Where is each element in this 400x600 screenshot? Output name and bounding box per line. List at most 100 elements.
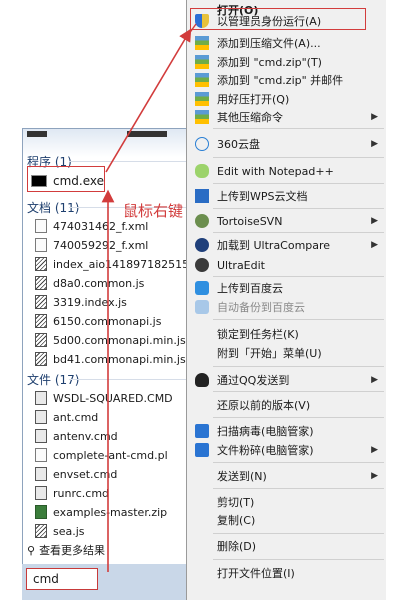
see-more-results-link[interactable]: ⚲ 查看更多结果 [27, 541, 105, 559]
none-icon [195, 513, 209, 527]
list-item[interactable]: 740059292_f.xml [35, 236, 148, 254]
menu-item-ultracompare[interactable]: 加载到 UltraCompare ▶ [187, 235, 386, 255]
file-icon [35, 448, 47, 462]
js-file-icon [35, 333, 47, 347]
list-item[interactable]: complete-ant-cmd.pl [35, 446, 168, 464]
menu-item-upload-wps[interactable]: 上传到WPS云文档 [187, 186, 386, 206]
menu-item-restore-versions[interactable]: 还原以前的版本(V) [187, 395, 386, 415]
menu-item-send-via-qq[interactable]: 通过QQ发送到 ▶ [187, 370, 386, 390]
cmd-file-icon [35, 429, 47, 443]
cmd-exe-highlight-box [27, 166, 105, 192]
menu-separator [213, 417, 384, 418]
submenu-arrow-icon: ▶ [371, 139, 378, 149]
none-icon [195, 327, 209, 341]
submenu-arrow-icon: ▶ [371, 375, 378, 385]
submenu-arrow-icon: ▶ [371, 471, 378, 481]
archive-icon [195, 36, 209, 50]
run-as-admin-highlight-box [190, 8, 366, 30]
submenu-arrow-icon: ▶ [371, 216, 378, 226]
submenu-arrow-icon: ▶ [371, 240, 378, 250]
list-item[interactable]: ant.cmd [35, 408, 98, 426]
none-icon [195, 346, 209, 360]
notepad-icon [195, 164, 209, 178]
cmd-file-icon [35, 410, 47, 424]
js-file-icon [35, 257, 47, 271]
baidu-cloud-icon [195, 300, 209, 314]
archive-icon [195, 110, 209, 124]
search-input[interactable]: cmd [26, 568, 98, 590]
scan-icon [195, 424, 209, 438]
menu-separator [213, 488, 384, 489]
cmd-file-icon [35, 391, 47, 405]
menu-separator [213, 128, 384, 129]
ultraedit-icon [195, 258, 209, 272]
menu-item-upload-baidu[interactable]: 上传到百度云 [187, 278, 386, 298]
menu-item-pin-taskbar[interactable]: 锁定到任务栏(K) [187, 324, 386, 344]
search-icon: ⚲ [27, 543, 36, 557]
menu-separator [213, 183, 384, 184]
js-file-icon [35, 314, 47, 328]
menu-separator [213, 366, 384, 367]
menu-item-add-to-cmd-zip[interactable]: 添加到 "cmd.zip"(T) [187, 52, 386, 72]
menu-separator [213, 462, 384, 463]
compare-icon [195, 238, 209, 252]
menu-item-cut[interactable]: 剪切(T) [187, 492, 386, 512]
menu-separator [213, 391, 384, 392]
none-icon [195, 539, 209, 553]
shred-icon [195, 443, 209, 457]
submenu-arrow-icon: ▶ [371, 445, 378, 455]
list-item[interactable]: 5d00.commonapi.min.js [35, 331, 186, 349]
menu-item-ultraedit[interactable]: UltraEdit [187, 255, 386, 275]
zip-file-icon [35, 505, 47, 519]
list-item[interactable]: d8a0.common.js [35, 274, 144, 292]
js-file-icon [35, 276, 47, 290]
none-icon [195, 566, 209, 580]
menu-separator [213, 276, 384, 277]
list-item[interactable]: sea.js [35, 522, 85, 540]
js-file-icon [35, 352, 47, 366]
menu-item-other-compress[interactable]: 其他压缩命令 ▶ [187, 107, 386, 127]
menu-separator [213, 232, 384, 233]
none-icon [195, 469, 209, 483]
list-item[interactable]: antenv.cmd [35, 427, 118, 445]
list-item[interactable]: examples-master.zip [35, 503, 167, 521]
menu-separator [213, 208, 384, 209]
archive-icon [195, 73, 209, 87]
list-item[interactable]: WSDL-SQUARED.CMD [35, 389, 173, 407]
panel-top-strip-2 [127, 131, 167, 137]
annotation-label: 鼠标右键 [123, 202, 184, 220]
menu-item-add-zip-and-mail[interactable]: 添加到 "cmd.zip" 并邮件 [187, 70, 386, 90]
xml-file-icon [35, 238, 47, 252]
archive-icon [195, 55, 209, 69]
js-file-icon [35, 295, 47, 309]
list-item[interactable]: 3319.index.js [35, 293, 127, 311]
submenu-arrow-icon: ▶ [371, 112, 378, 122]
menu-item-open-file-location[interactable]: 打开文件位置(I) [187, 563, 386, 583]
cloud-icon [195, 137, 209, 151]
panel-top-strip [27, 131, 47, 137]
menu-item-copy[interactable]: 复制(C) [187, 510, 386, 530]
menu-item-scan-virus[interactable]: 扫描病毒(电脑管家) [187, 421, 386, 441]
list-item[interactable]: index_aio1418971825158.js [35, 255, 208, 273]
menu-item-add-to-archive[interactable]: 添加到压缩文件(A)... [187, 33, 386, 53]
menu-item-auto-backup-baidu[interactable]: 自动备份到百度云 [187, 297, 386, 317]
qq-icon [195, 373, 209, 387]
baidu-cloud-icon [195, 281, 209, 295]
menu-item-pin-start[interactable]: 附到「开始」菜单(U) [187, 343, 386, 363]
menu-item-delete[interactable]: 删除(D) [187, 536, 386, 556]
list-item[interactable]: 6150.commonapi.js [35, 312, 161, 330]
list-item[interactable]: envset.cmd [35, 465, 117, 483]
menu-item-360-cloud[interactable]: 360云盘 ▶ [187, 134, 386, 154]
menu-separator [213, 559, 384, 560]
menu-item-tortoisesvn[interactable]: TortoiseSVN ▶ [187, 211, 386, 231]
none-icon [195, 398, 209, 412]
menu-separator [213, 319, 384, 320]
menu-item-open-with-haozip[interactable]: 用好压打开(Q) [187, 89, 386, 109]
list-item[interactable]: bd41.commonapi.min.js [35, 350, 186, 368]
menu-item-shred-file[interactable]: 文件粉碎(电脑管家) ▶ [187, 440, 386, 460]
cmd-file-icon [35, 467, 47, 481]
menu-item-send-to[interactable]: 发送到(N) ▶ [187, 466, 386, 486]
none-icon [195, 495, 209, 509]
list-item[interactable]: runrc.cmd [35, 484, 109, 502]
menu-item-notepad-plus-plus[interactable]: Edit with Notepad++ [187, 161, 386, 181]
